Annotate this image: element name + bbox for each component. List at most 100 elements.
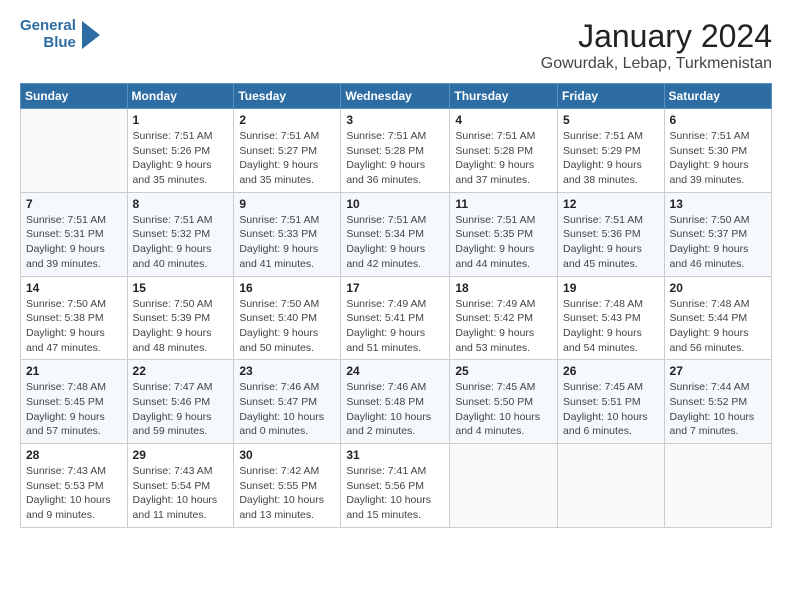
calendar-cell: 11 Sunrise: 7:51 AMSunset: 5:35 PMDayligh… — [450, 192, 558, 276]
logo-blue: Blue — [43, 35, 76, 52]
calendar-cell: 17Sunrise: 7:49 AMSunset: 5:41 PMDayligh… — [341, 276, 450, 360]
calendar-header-row: SundayMondayTuesdayWednesdayThursdayFrid… — [21, 84, 772, 109]
day-number: 8 — [133, 197, 229, 211]
day-info: Sunrise: 7:51 AMSunset: 5:29 PMDaylight:… — [563, 129, 659, 188]
calendar-cell: 9 Sunrise: 7:51 AMSunset: 5:33 PMDaylight… — [234, 192, 341, 276]
calendar-cell: 23Sunrise: 7:46 AMSunset: 5:47 PMDayligh… — [234, 360, 341, 444]
day-info: Sunrise: 7:47 AMSunset: 5:46 PMDaylight:… — [133, 380, 229, 439]
calendar-cell: 2Sunrise: 7:51 AMSunset: 5:27 PMDaylight… — [234, 109, 341, 193]
day-number: 28 — [26, 448, 122, 462]
calendar-week-4: 21 Sunrise: 7:48 AMSunset: 5:45 PMDayligh… — [21, 360, 772, 444]
day-info: Sunrise: 7:51 AMSunset: 5:34 PMDaylight:… — [346, 213, 444, 272]
day-info: Sunrise: 7:46 AMSunset: 5:48 PMDaylight:… — [346, 380, 444, 439]
day-number: 13 — [670, 197, 766, 211]
day-number: 21 — [26, 364, 122, 378]
day-number: 3 — [346, 113, 444, 127]
day-number: 15 — [133, 281, 229, 295]
day-info: Sunrise: 7:48 AMSunset: 5:43 PMDaylight:… — [563, 297, 659, 356]
day-info: Sunrise: 7:43 AMSunset: 5:54 PMDaylight:… — [133, 464, 229, 523]
calendar-week-5: 28 Sunrise: 7:43 AMSunset: 5:53 PMDayligh… — [21, 444, 772, 528]
day-info: Sunrise: 7:49 AMSunset: 5:42 PMDaylight:… — [455, 297, 552, 356]
calendar-cell: 30Sunrise: 7:42 AMSunset: 5:55 PMDayligh… — [234, 444, 341, 528]
calendar-cell: 6 Sunrise: 7:51 AMSunset: 5:30 PMDaylight… — [664, 109, 771, 193]
calendar-cell: 21 Sunrise: 7:48 AMSunset: 5:45 PMDayligh… — [21, 360, 128, 444]
calendar-table: SundayMondayTuesdayWednesdayThursdayFrid… — [20, 83, 772, 528]
day-number: 31 — [346, 448, 444, 462]
calendar-cell — [21, 109, 128, 193]
calendar-cell: 26Sunrise: 7:45 AMSunset: 5:51 PMDayligh… — [558, 360, 665, 444]
col-header-sunday: Sunday — [21, 84, 128, 109]
calendar-cell: 12 Sunrise: 7:51 AMSunset: 5:36 PMDayligh… — [558, 192, 665, 276]
day-number: 27 — [670, 364, 766, 378]
day-info: Sunrise: 7:43 AMSunset: 5:53 PMDaylight:… — [26, 464, 122, 523]
day-number: 9 — [239, 197, 335, 211]
calendar-week-2: 7 Sunrise: 7:51 AMSunset: 5:31 PMDaylight… — [21, 192, 772, 276]
col-header-saturday: Saturday — [664, 84, 771, 109]
day-info: Sunrise: 7:46 AMSunset: 5:47 PMDaylight:… — [239, 380, 335, 439]
col-header-thursday: Thursday — [450, 84, 558, 109]
day-number: 4 — [455, 113, 552, 127]
day-info: Sunrise: 7:50 AMSunset: 5:40 PMDaylight:… — [239, 297, 335, 356]
title-block: January 2024 Gowurdak, Lebap, Turkmenist… — [541, 18, 772, 73]
calendar-cell: 7 Sunrise: 7:51 AMSunset: 5:31 PMDaylight… — [21, 192, 128, 276]
day-info: Sunrise: 7:50 AMSunset: 5:37 PMDaylight:… — [670, 213, 766, 272]
day-number: 12 — [563, 197, 659, 211]
day-info: Sunrise: 7:48 AMSunset: 5:45 PMDaylight:… — [26, 380, 122, 439]
day-number: 11 — [455, 197, 552, 211]
day-info: Sunrise: 7:51 AMSunset: 5:33 PMDaylight:… — [239, 213, 335, 272]
day-info: Sunrise: 7:51 AMSunset: 5:36 PMDaylight:… — [563, 213, 659, 272]
day-number: 7 — [26, 197, 122, 211]
logo: General Blue — [20, 18, 100, 51]
day-info: Sunrise: 7:51 AMSunset: 5:32 PMDaylight:… — [133, 213, 229, 272]
day-info: Sunrise: 7:51 AMSunset: 5:26 PMDaylight:… — [133, 129, 229, 188]
calendar-cell: 13 Sunrise: 7:50 AMSunset: 5:37 PMDayligh… — [664, 192, 771, 276]
col-header-tuesday: Tuesday — [234, 84, 341, 109]
calendar-cell: 18Sunrise: 7:49 AMSunset: 5:42 PMDayligh… — [450, 276, 558, 360]
day-number: 17 — [346, 281, 444, 295]
day-number: 26 — [563, 364, 659, 378]
calendar-cell: 24 Sunrise: 7:46 AMSunset: 5:48 PMDayligh… — [341, 360, 450, 444]
day-number: 5 — [563, 113, 659, 127]
day-number: 10 — [346, 197, 444, 211]
page: General Blue January 2024 Gowurdak, Leba… — [0, 0, 792, 612]
day-number: 2 — [239, 113, 335, 127]
day-number: 19 — [563, 281, 659, 295]
calendar-cell: 28 Sunrise: 7:43 AMSunset: 5:53 PMDayligh… — [21, 444, 128, 528]
day-info: Sunrise: 7:51 AMSunset: 5:35 PMDaylight:… — [455, 213, 552, 272]
calendar-cell: 3 Sunrise: 7:51 AMSunset: 5:28 PMDaylight… — [341, 109, 450, 193]
day-number: 24 — [346, 364, 444, 378]
day-number: 14 — [26, 281, 122, 295]
calendar-week-1: 1 Sunrise: 7:51 AMSunset: 5:26 PMDaylight… — [21, 109, 772, 193]
day-info: Sunrise: 7:50 AMSunset: 5:38 PMDaylight:… — [26, 297, 122, 356]
logo-arrow-icon — [82, 21, 100, 49]
day-info: Sunrise: 7:51 AMSunset: 5:28 PMDaylight:… — [455, 129, 552, 188]
calendar-cell: 22 Sunrise: 7:47 AMSunset: 5:46 PMDayligh… — [127, 360, 234, 444]
col-header-monday: Monday — [127, 84, 234, 109]
col-header-wednesday: Wednesday — [341, 84, 450, 109]
day-number: 1 — [133, 113, 229, 127]
day-number: 6 — [670, 113, 766, 127]
calendar-cell: 8 Sunrise: 7:51 AMSunset: 5:32 PMDaylight… — [127, 192, 234, 276]
day-info: Sunrise: 7:51 AMSunset: 5:30 PMDaylight:… — [670, 129, 766, 188]
calendar-cell: 14 Sunrise: 7:50 AMSunset: 5:38 PMDayligh… — [21, 276, 128, 360]
calendar-cell: 29Sunrise: 7:43 AMSunset: 5:54 PMDayligh… — [127, 444, 234, 528]
calendar-cell: 20 Sunrise: 7:48 AMSunset: 5:44 PMDayligh… — [664, 276, 771, 360]
calendar-cell: 19 Sunrise: 7:48 AMSunset: 5:43 PMDayligh… — [558, 276, 665, 360]
day-info: Sunrise: 7:44 AMSunset: 5:52 PMDaylight:… — [670, 380, 766, 439]
day-number: 22 — [133, 364, 229, 378]
logo-general: General — [20, 18, 76, 35]
day-info: Sunrise: 7:51 AMSunset: 5:31 PMDaylight:… — [26, 213, 122, 272]
calendar-cell — [450, 444, 558, 528]
calendar-subtitle: Gowurdak, Lebap, Turkmenistan — [541, 55, 772, 73]
day-info: Sunrise: 7:48 AMSunset: 5:44 PMDaylight:… — [670, 297, 766, 356]
header: General Blue January 2024 Gowurdak, Leba… — [20, 18, 772, 73]
calendar-cell: 10 Sunrise: 7:51 AMSunset: 5:34 PMDayligh… — [341, 192, 450, 276]
calendar-cell: 4 Sunrise: 7:51 AMSunset: 5:28 PMDaylight… — [450, 109, 558, 193]
calendar-cell: 25Sunrise: 7:45 AMSunset: 5:50 PMDayligh… — [450, 360, 558, 444]
day-number: 20 — [670, 281, 766, 295]
day-info: Sunrise: 7:51 AMSunset: 5:28 PMDaylight:… — [346, 129, 444, 188]
calendar-cell: 1 Sunrise: 7:51 AMSunset: 5:26 PMDaylight… — [127, 109, 234, 193]
calendar-week-3: 14 Sunrise: 7:50 AMSunset: 5:38 PMDayligh… — [21, 276, 772, 360]
calendar-cell: 16Sunrise: 7:50 AMSunset: 5:40 PMDayligh… — [234, 276, 341, 360]
calendar-cell — [664, 444, 771, 528]
